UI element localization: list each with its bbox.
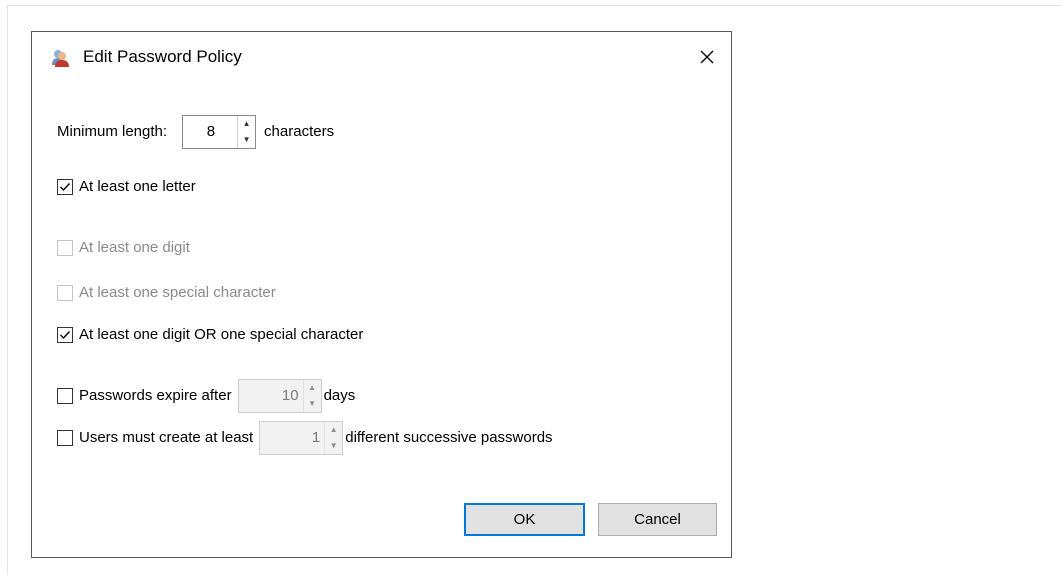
- successive-checkbox[interactable]: [57, 430, 73, 446]
- successive-value: 1: [311, 429, 321, 446]
- successive-stepper: 1 ▲ ▼: [259, 421, 344, 455]
- digit-label: At least one digit: [79, 239, 190, 256]
- digit-or-special-label: At least one digit OR one special charac…: [79, 326, 364, 343]
- special-checkbox: [57, 285, 73, 301]
- successive-label: Users must create at least: [79, 429, 254, 446]
- expire-arrows: ▲ ▼: [302, 380, 321, 412]
- special-label: At least one special character: [79, 284, 276, 301]
- min-length-suffix: characters: [264, 123, 335, 140]
- title-bar: Edit Password Policy: [32, 32, 731, 84]
- option-special: At least one special character: [57, 283, 276, 303]
- decrement-arrow-icon: ▼: [329, 441, 338, 450]
- checkmark-icon: [60, 183, 71, 192]
- min-length-stepper[interactable]: 8 ▲ ▼: [182, 115, 257, 149]
- expire-stepper: 10 ▲ ▼: [237, 379, 322, 413]
- edit-password-policy-dialog: Edit Password Policy Minimum length: 8 ▲…: [31, 31, 732, 558]
- expire-value: 10: [281, 387, 299, 404]
- ok-button[interactable]: OK: [464, 503, 585, 536]
- close-icon: [700, 50, 714, 64]
- option-letter[interactable]: At least one letter: [57, 177, 196, 197]
- min-length-arrows: ▲ ▼: [237, 116, 255, 148]
- increment-arrow-icon[interactable]: ▲: [238, 116, 255, 132]
- increment-arrow-icon: ▲: [329, 425, 338, 434]
- close-button[interactable]: [683, 32, 731, 82]
- expire-suffix: days: [323, 387, 356, 404]
- letter-checkbox[interactable]: [57, 179, 73, 195]
- increment-arrow-icon: ▲: [308, 383, 317, 392]
- users-icon: [51, 48, 71, 68]
- expire-label: Passwords expire after: [79, 387, 232, 404]
- successive-arrows: ▲ ▼: [324, 422, 342, 454]
- digit-checkbox: [57, 240, 73, 256]
- dialog-title: Edit Password Policy: [83, 47, 242, 66]
- min-length-row: Minimum length: 8 ▲ ▼ characters: [57, 115, 334, 149]
- decrement-arrow-icon: ▼: [308, 399, 317, 408]
- min-length-label: Minimum length:: [57, 123, 168, 140]
- cancel-button[interactable]: Cancel: [598, 503, 717, 536]
- expire-row: Passwords expire after 10 ▲ ▼ days: [57, 379, 355, 413]
- option-digit-or-special[interactable]: At least one digit OR one special charac…: [57, 325, 363, 345]
- successive-suffix: different successive passwords: [345, 429, 553, 446]
- checkmark-icon: [60, 331, 71, 340]
- expire-checkbox[interactable]: [57, 388, 73, 404]
- min-length-value[interactable]: 8: [183, 116, 237, 148]
- decrement-arrow-icon[interactable]: ▼: [238, 132, 255, 148]
- digit-or-special-checkbox[interactable]: [57, 327, 73, 343]
- option-digit: At least one digit: [57, 238, 190, 258]
- successive-row: Users must create at least 1 ▲ ▼ differe…: [57, 421, 553, 455]
- letter-label: At least one letter: [79, 178, 196, 195]
